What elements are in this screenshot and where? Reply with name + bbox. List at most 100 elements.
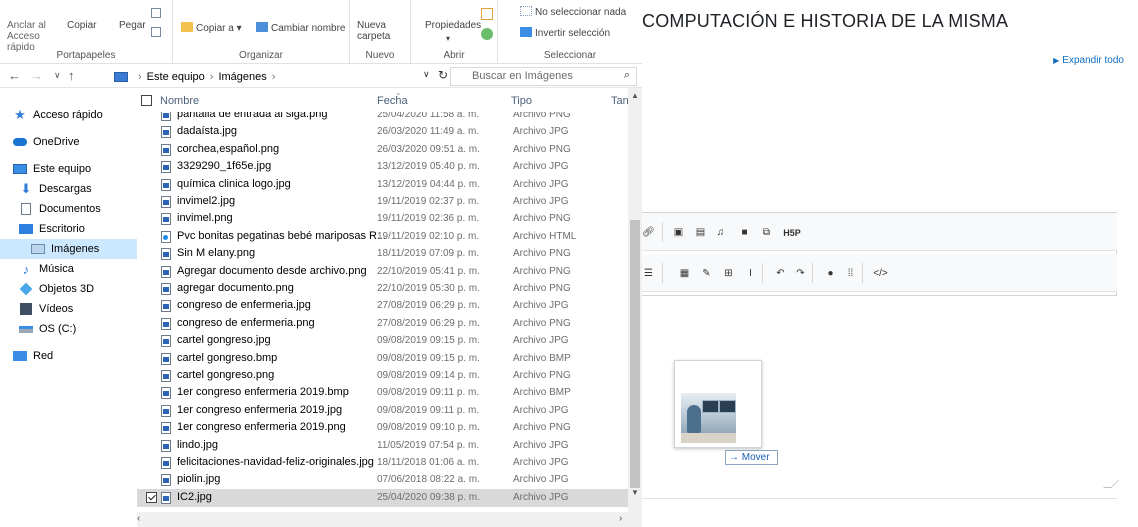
column-size[interactable]: Tan: [611, 95, 629, 107]
vertical-scrollbar[interactable]: ▲ ▼: [628, 88, 642, 527]
network-icon: [12, 349, 28, 363]
redo-icon[interactable]: ↷: [792, 265, 809, 282]
search-input[interactable]: Buscar en Imágenes ⌕: [450, 67, 637, 86]
file-row[interactable]: lindo.jpg 11/05/2019 07:54 p. m. Archivo J…: [137, 437, 628, 455]
new-folder-button[interactable]: Nueva carpeta: [357, 20, 401, 42]
properties-button[interactable]: Propiedades: [425, 20, 481, 31]
table-icon[interactable]: ⊞: [720, 265, 737, 282]
forward-arrow-icon[interactable]: →: [30, 68, 43, 83]
file-row[interactable]: piolin.jpg 07/06/2018 08:22 a. m. Archivo …: [137, 471, 628, 489]
up-arrow-icon[interactable]: ↑: [68, 68, 75, 83]
nav-item-3d-objects[interactable]: Objetos 3D: [18, 279, 94, 299]
horizontal-scrollbar[interactable]: ‹ ›: [137, 512, 628, 527]
breadcrumb[interactable]: › Este equipo › Imágenes ›: [114, 67, 447, 86]
file-row[interactable]: felicitaciones-navidad-feliz-originales.…: [137, 454, 628, 472]
resize-grip-icon[interactable]: [1103, 480, 1119, 488]
back-arrow-icon[interactable]: ←: [8, 68, 21, 83]
nav-item-music[interactable]: ♪ Música: [18, 259, 74, 279]
column-type[interactable]: Tipo: [511, 95, 532, 107]
image-file-icon: [161, 179, 171, 191]
select-none-button[interactable]: No seleccionar nada: [520, 6, 626, 18]
scroll-up-icon[interactable]: ▲: [631, 91, 639, 100]
file-row[interactable]: cartel gongreso.jpg 09/08/2019 09:15 p. m…: [137, 332, 628, 350]
link-icon[interactable]: 🔗︎: [640, 224, 657, 241]
nav-item-os-drive[interactable]: OS (C:): [18, 319, 76, 339]
nav-item-this-pc[interactable]: Este equipo: [12, 159, 91, 179]
copy-icon[interactable]: ⧉: [758, 224, 775, 241]
cut-icon[interactable]: [151, 8, 161, 18]
nav-item-network[interactable]: Red: [12, 346, 53, 366]
row-checkbox[interactable]: [146, 492, 157, 503]
file-row[interactable]: cartel gongreso.bmp 09/08/2019 09:15 p. m…: [137, 350, 628, 368]
scroll-right-icon[interactable]: ›: [619, 513, 622, 524]
file-row[interactable]: invimel2.jpg 19/11/2019 02:37 p. m. Archiv…: [137, 193, 628, 211]
copy-button[interactable]: Copiar: [67, 20, 96, 31]
refresh-icon[interactable]: ↻: [438, 68, 448, 82]
file-row[interactable]: química clinica logo.jpg 13/12/2019 04:44…: [137, 176, 628, 194]
file-row[interactable]: invimel.png 19/11/2019 02:36 p. m. Archivo…: [137, 210, 628, 228]
paste-button[interactable]: Pegar: [119, 20, 146, 31]
image-icon[interactable]: ▣: [670, 224, 687, 241]
h5p-icon[interactable]: H5P: [780, 224, 804, 241]
file-row[interactable]: Agregar documento desde archivo.png 22/10…: [137, 263, 628, 281]
file-type: Archivo JPG: [513, 161, 569, 172]
file-row[interactable]: 1er congreso enfermeria 2019.bmp 09/08/20…: [137, 384, 628, 402]
nav-item-pictures[interactable]: Imágenes: [0, 239, 137, 259]
text-cursor-icon[interactable]: Ι: [742, 265, 759, 282]
rename-button[interactable]: Cambiar nombre: [256, 22, 345, 34]
image-file-icon: [161, 266, 171, 278]
file-row[interactable]: 1er congreso enfermeria 2019.png 09/08/20…: [137, 419, 628, 437]
file-row[interactable]: congreso de enfermeria.jpg 27/08/2019 06:…: [137, 297, 628, 315]
indent-icon[interactable]: ☰: [640, 265, 657, 282]
file-row[interactable]: congreso de enfermeria.png 27/08/2019 06:…: [137, 315, 628, 333]
video-camera-icon[interactable]: ■: [736, 224, 753, 241]
address-dropdown-icon[interactable]: ∨: [423, 69, 430, 80]
file-row[interactable]: agregar documento.png 22/10/2019 05:30 p.…: [137, 280, 628, 298]
breadcrumb-separator: ›: [209, 70, 214, 83]
scrollbar-thumb[interactable]: [630, 220, 640, 488]
properties-dropdown-icon[interactable]: ▾: [446, 33, 450, 44]
pin-quick-access-button[interactable]: Anclar al Acceso rápido: [7, 20, 55, 53]
expand-all-link[interactable]: ▶ Expandir todo: [1053, 55, 1124, 66]
file-row[interactable]: 1er congreso enfermeria 2019.jpg 09/08/20…: [137, 402, 628, 420]
file-row[interactable]: IC2.jpg 25/04/2020 09:38 p. m. Archivo JPG: [137, 489, 628, 507]
scroll-left-icon[interactable]: ‹: [137, 513, 140, 524]
calculator-icon[interactable]: ▦: [676, 265, 693, 282]
column-name[interactable]: Nombre: [160, 95, 199, 107]
nav-item-onedrive[interactable]: OneDrive: [12, 132, 79, 152]
file-row[interactable]: Sin M elany.png 18/11/2019 07:09 p. m. Arc…: [137, 245, 628, 263]
ribbon-group-label: Seleccionar: [543, 50, 597, 61]
breadcrumb-item[interactable]: Este equipo: [147, 71, 205, 83]
file-row[interactable]: dadaísta.jpg 26/03/2020 11:49 a. m. Archiv…: [137, 123, 628, 141]
scroll-down-icon[interactable]: ▼: [631, 488, 639, 497]
select-all-checkbox[interactable]: [141, 95, 152, 106]
file-row[interactable]: corchea,español.png 26/03/2020 09:51 a. m…: [137, 141, 628, 159]
breadcrumb-item[interactable]: Imágenes: [218, 71, 266, 83]
file-row[interactable]: cartel gongreso.png 09/08/2019 09:14 p. m…: [137, 367, 628, 385]
media-icon[interactable]: ▤: [692, 224, 709, 241]
file-type: Archivo PNG: [513, 213, 571, 224]
recent-locations-chevron-icon[interactable]: ∨: [54, 70, 61, 81]
undo-icon[interactable]: ↶: [772, 265, 789, 282]
edit-icon[interactable]: [481, 8, 493, 20]
microphone-icon[interactable]: ♫: [712, 224, 729, 241]
file-type: Archivo BMP: [513, 353, 571, 364]
accessibility-icon[interactable]: ●: [822, 265, 839, 282]
column-date[interactable]: Fecha: [377, 95, 408, 107]
nav-item-documents[interactable]: Documentos: [18, 199, 101, 219]
image-file-icon: [161, 335, 171, 347]
nav-item-desktop[interactable]: Escritorio: [18, 219, 85, 239]
edit-icon[interactable]: ✎: [698, 265, 715, 282]
history-icon[interactable]: [481, 28, 493, 40]
file-row[interactable]: Pvc bonitas pegatinas bebé mariposas R..…: [137, 228, 628, 246]
html-icon[interactable]: </>: [872, 265, 889, 282]
screenreader-icon[interactable]: ⁞⁞: [842, 265, 859, 282]
paste-shortcut-icon[interactable]: [151, 27, 161, 37]
nav-item-quick-access[interactable]: ★ Acceso rápido: [12, 105, 103, 125]
nav-item-videos[interactable]: Vídeos: [18, 299, 73, 319]
file-row[interactable]: 3329290_1f65e.jpg 13/12/2019 05:40 p. m. A…: [137, 158, 628, 176]
copy-to-button[interactable]: Copiar a ▾: [181, 22, 242, 34]
nav-item-downloads[interactable]: ⬇ Descargas: [18, 179, 92, 199]
invert-selection-button[interactable]: Invertir selección: [520, 27, 610, 39]
file-name: corchea,español.png: [177, 143, 280, 155]
